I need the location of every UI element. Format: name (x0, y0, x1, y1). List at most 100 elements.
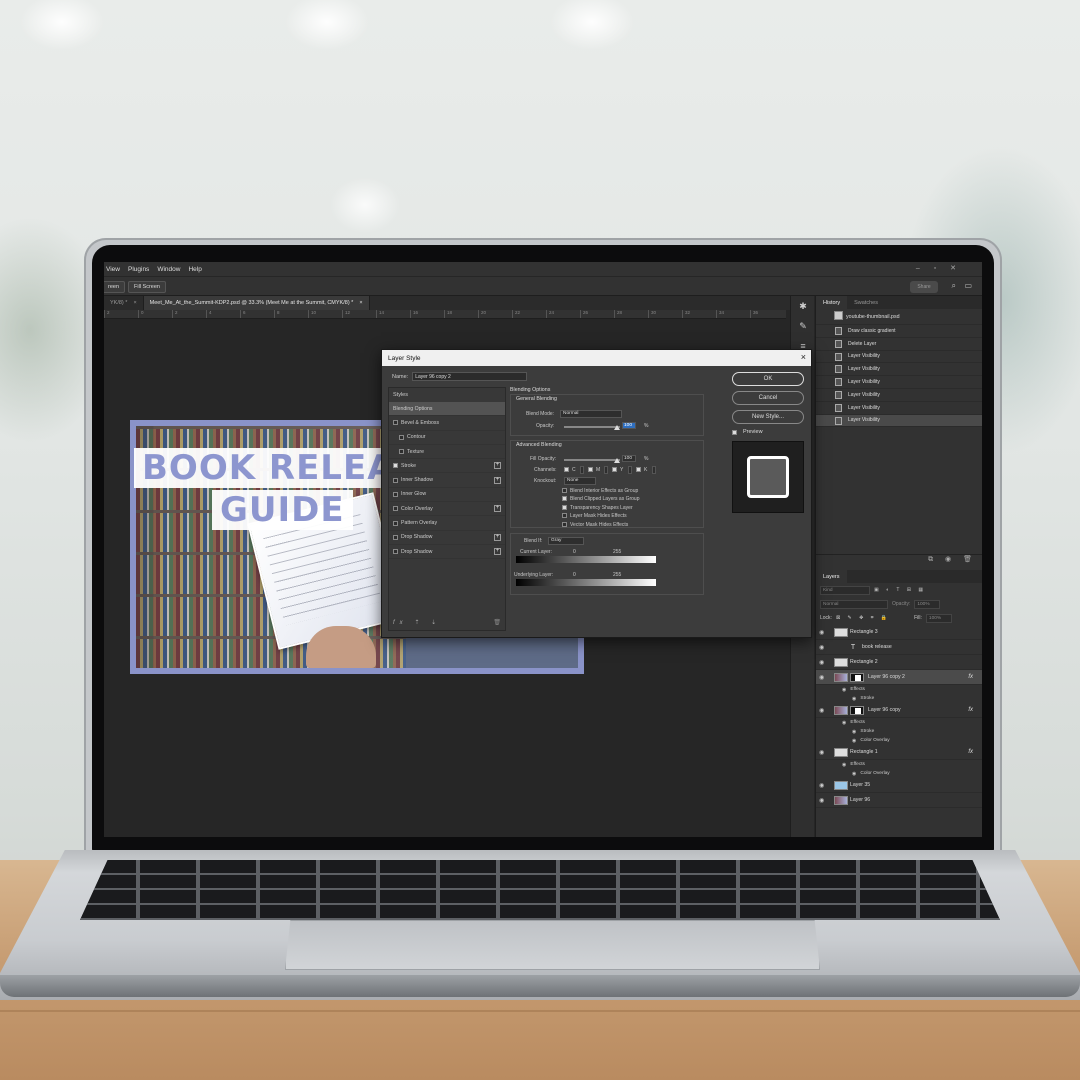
cancel-button[interactable]: Cancel (732, 391, 804, 405)
style-item[interactable]: Contour (389, 431, 505, 445)
fx-icon[interactable]: fx (968, 749, 973, 755)
advanced-option-checkbox[interactable] (562, 504, 567, 510)
style-item[interactable]: Texture (389, 445, 505, 460)
layer-row[interactable]: ◉ Tbook release (816, 640, 982, 655)
eye-icon[interactable]: ◉ (819, 749, 824, 756)
channel-checkbox[interactable] (564, 467, 569, 472)
menu-item-help[interactable]: Help (188, 266, 201, 273)
layer-row[interactable]: ◉ Layer 96 (816, 793, 982, 808)
history-footer-icons[interactable]: ⧉ ◉ 🗑 (816, 554, 982, 568)
eye-icon[interactable]: ◉ (819, 797, 824, 804)
lock-icons[interactable]: ⊠ ✎ ✥ ⌗ 🔒 (836, 615, 890, 621)
layer-effect-row[interactable]: ◉ Effects (816, 718, 982, 727)
history-item[interactable]: Layer Visibility (816, 351, 982, 364)
style-checkbox[interactable] (393, 549, 398, 555)
history-item[interactable]: Layer Visibility (816, 389, 982, 402)
document-tab[interactable]: Meet_Me_At_the_Summit-KDP2.psd @ 33.3% (… (143, 296, 370, 310)
layer-row[interactable]: ◉ Rectangle 2 (816, 655, 982, 670)
tab-history[interactable]: History (816, 296, 848, 309)
layer-row[interactable]: ◉ Layer 96 copy fx (816, 703, 982, 718)
blend-if-select[interactable]: Gray (548, 537, 584, 545)
fill-opacity-input[interactable]: 100 (622, 455, 636, 462)
history-item[interactable]: Layer Visibility (816, 363, 982, 377)
channel-checkbox[interactable] (612, 467, 617, 472)
blend-mode-select[interactable]: Normal (560, 410, 622, 418)
fx-icon[interactable]: fx (968, 674, 973, 680)
knockout-select[interactable]: None (564, 477, 596, 485)
menu-item-window[interactable]: Window (157, 266, 180, 273)
layer-blend-mode-select[interactable]: Normal (820, 599, 888, 609)
history-item[interactable]: Layer Visibility (816, 414, 982, 428)
style-item[interactable]: Inner Shadow + (389, 473, 505, 488)
current-layer-gradient[interactable] (516, 556, 656, 563)
kind-filter-select[interactable]: Kind (820, 585, 870, 595)
eye-icon[interactable]: ◉ (852, 696, 856, 702)
opacity-input[interactable]: 100 (622, 422, 636, 429)
advanced-option-checkbox[interactable] (562, 496, 567, 502)
tab-close-icon[interactable]: × (359, 300, 362, 306)
fx-toolbar[interactable]: fx ⇡ ⇣ (393, 619, 441, 626)
layer-row[interactable]: ◉ Rectangle 3 (816, 625, 982, 640)
style-item[interactable]: Inner Glow (389, 488, 505, 503)
eye-icon[interactable]: ◉ (842, 762, 846, 768)
window-controls[interactable]: – ▫ ✕ (916, 264, 962, 272)
style-item[interactable]: Blending Options (389, 402, 505, 417)
history-item[interactable]: Layer Visibility (816, 402, 982, 415)
layer-name-input[interactable]: Layer 96 copy 2 (412, 372, 528, 381)
document-tab[interactable]: YK/8) * × (104, 296, 144, 310)
layer-effect-row[interactable]: ◉ Effects (816, 685, 982, 694)
add-icon[interactable]: + (494, 548, 501, 556)
history-item[interactable]: Delete Layer (816, 338, 982, 351)
eye-icon[interactable]: ◉ (842, 687, 846, 693)
filter-icons[interactable]: ▣ ◐ T ⊞ ▦ (874, 587, 926, 593)
brush-icon[interactable]: ✎ (791, 316, 815, 336)
preview-checkbox[interactable] (732, 429, 737, 435)
style-checkbox[interactable] (393, 463, 398, 469)
add-icon[interactable]: + (494, 533, 501, 541)
layer-effect-row[interactable]: ◉ Stroke (816, 694, 982, 703)
advanced-option-checkbox[interactable] (562, 521, 567, 527)
tab-close-icon[interactable]: × (133, 300, 136, 306)
layer-effect-row[interactable]: ◉ Color Overlay (816, 736, 982, 745)
ok-button[interactable]: OK (732, 372, 804, 386)
menu-item-view[interactable]: View (106, 266, 120, 273)
layer-row[interactable]: ◉ Layer 35 (816, 778, 982, 793)
style-item[interactable]: Bevel & Emboss (389, 416, 505, 431)
history-item[interactable]: Draw classic gradient (816, 325, 982, 338)
screen-button[interactable]: reen (104, 281, 126, 293)
eye-icon[interactable]: ◉ (819, 707, 824, 714)
eye-icon[interactable]: ◉ (852, 729, 856, 735)
layer-effect-row[interactable]: ◉ Stroke (816, 727, 982, 736)
eye-icon[interactable]: ◉ (819, 629, 824, 636)
add-icon[interactable]: + (494, 476, 501, 484)
workspace-icon[interactable]: ▭ (964, 281, 972, 290)
style-item[interactable]: Stroke + (389, 459, 505, 474)
history-item[interactable]: Layer Visibility (816, 376, 982, 389)
style-checkbox[interactable] (393, 534, 398, 540)
fill-screen-button[interactable]: Fill Screen (128, 281, 166, 293)
tab-swatches[interactable]: Swatches (847, 296, 885, 309)
style-checkbox[interactable] (399, 434, 404, 440)
advanced-option-checkbox[interactable] (562, 488, 567, 493)
style-checkbox[interactable] (393, 506, 398, 512)
layer-row[interactable]: ◉ Rectangle 1 fx (816, 745, 982, 760)
layer-effect-row[interactable]: ◉ Effects (816, 760, 982, 769)
advanced-option-checkbox[interactable] (562, 513, 567, 519)
style-checkbox[interactable] (393, 420, 398, 426)
style-checkbox[interactable] (399, 449, 404, 455)
underlying-layer-gradient[interactable] (516, 579, 656, 586)
style-checkbox[interactable] (393, 491, 398, 497)
add-icon[interactable]: + (494, 505, 501, 513)
history-snapshot[interactable]: youtube-thumbnail.psd (816, 309, 982, 325)
adjustments-icon[interactable]: ✱ (791, 296, 815, 316)
style-checkbox[interactable] (393, 520, 398, 526)
close-icon[interactable]: × (801, 352, 806, 362)
opacity-slider[interactable] (564, 426, 620, 428)
layer-row[interactable]: ◉ Layer 96 copy 2 fx (816, 670, 982, 685)
style-item[interactable]: Pattern Overlay (389, 516, 505, 531)
eye-icon[interactable]: ◉ (852, 738, 856, 744)
fill-field[interactable]: 100% (925, 613, 952, 623)
layer-effect-row[interactable]: ◉ Color Overlay (816, 769, 982, 778)
style-item[interactable]: Drop Shadow + (389, 531, 505, 545)
search-icon[interactable]: ⌕ (952, 281, 956, 291)
